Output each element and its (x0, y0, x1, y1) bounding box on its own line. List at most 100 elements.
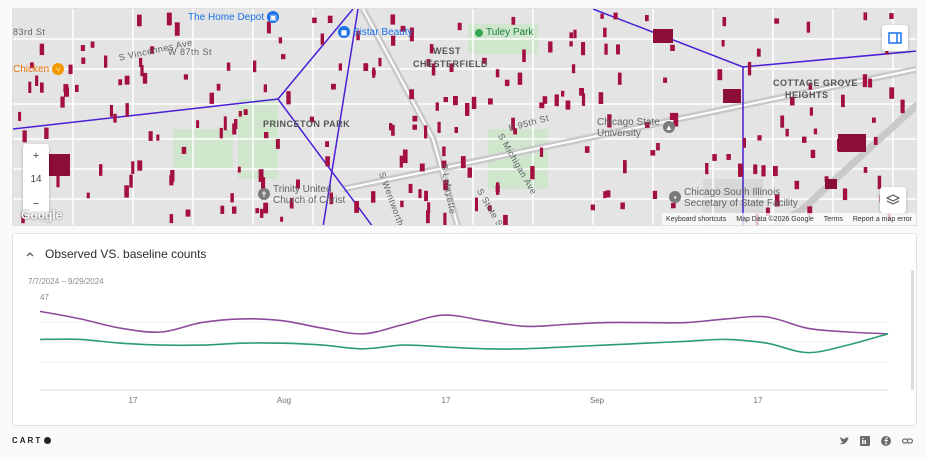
panel-scrollbar[interactable] (911, 270, 914, 390)
layers-button[interactable] (880, 187, 906, 213)
map-view[interactable]: PRINCETON PARK WEST CHESTERFIELD COTTAGE… (12, 8, 917, 226)
building-extrusion (99, 164, 103, 176)
x-tick-label: 17 (442, 396, 451, 405)
building-extrusion (465, 103, 470, 116)
building-extrusion (753, 164, 758, 175)
building-extrusion (113, 113, 117, 123)
building-extrusion (889, 87, 895, 99)
building-extrusion (522, 49, 526, 63)
building-extrusion (604, 43, 608, 55)
poi-chicago-state-line1: Chicago State (597, 117, 660, 128)
building-extrusion (125, 103, 129, 117)
poi-secretary-of-state[interactable]: ▪ Chicago South Illinois Secretary of St… (669, 187, 798, 209)
zoom-in-button[interactable]: + (23, 144, 49, 168)
building-extrusion (617, 72, 622, 85)
poi-chicago-state[interactable]: Chicago State University ▲ (597, 117, 675, 139)
building-extrusion (806, 21, 811, 33)
building-extrusion (209, 92, 214, 104)
building-extrusion (232, 123, 237, 135)
building-extrusion (773, 166, 778, 177)
building-extrusion (166, 12, 172, 26)
building-extrusion (868, 78, 873, 88)
link-icon[interactable] (901, 435, 913, 447)
building-extrusion (443, 97, 448, 103)
zoom-control: + 14 − (23, 144, 49, 216)
building-extrusion (457, 22, 462, 31)
report-error-link[interactable]: Report a map error (853, 216, 912, 223)
school-icon: ▲ (662, 121, 675, 133)
building-extrusion (600, 13, 604, 19)
building-extrusion (613, 12, 618, 20)
keyboard-shortcuts-link[interactable]: Keyboard shortcuts (666, 216, 726, 223)
poi-trinity-church[interactable]: ✝ Trinity United Church of Christ (258, 184, 345, 206)
twitter-icon[interactable] (838, 435, 850, 447)
building-extrusion (409, 89, 414, 100)
poi-home-depot-label: The Home Depot (188, 11, 265, 23)
building-extrusion-large (838, 134, 866, 152)
building-extrusion (68, 64, 73, 75)
shopping-icon: ▣ (267, 11, 280, 23)
building-extrusion (243, 109, 248, 115)
building-extrusion-large (48, 154, 70, 176)
x-tick-label: 17 (129, 396, 138, 405)
building-extrusion (320, 33, 324, 45)
poi-sistar-beauty-label: Sistar Beauty (353, 26, 413, 38)
building-extrusion (623, 160, 627, 174)
building-extrusion (354, 201, 359, 213)
carto-logo[interactable]: CART (12, 436, 52, 445)
series-line-1[interactable] (39, 333, 889, 354)
building-extrusion (44, 127, 49, 139)
building-extrusion (104, 55, 108, 68)
building-extrusion (408, 183, 413, 193)
building-extrusion (539, 147, 544, 157)
building-extrusion (603, 27, 607, 38)
poi-tuley-park[interactable]: Tuley Park (475, 27, 533, 38)
building-extrusion (80, 45, 85, 51)
building-extrusion (663, 77, 668, 83)
building-extrusion (18, 111, 22, 121)
building-extrusion (278, 37, 283, 44)
building-extrusion (264, 132, 269, 139)
series-line-0[interactable] (39, 310, 889, 335)
poi-chicken-label: Chicken (13, 63, 50, 75)
building-extrusion (223, 116, 227, 131)
building-extrusion (418, 189, 422, 199)
building-extrusion (40, 82, 44, 93)
building-extrusion (471, 96, 477, 109)
building-extrusion (650, 150, 656, 156)
building-extrusion (721, 40, 725, 47)
building-extrusion (219, 127, 223, 139)
app-frame: PRINCETON PARK WEST CHESTERFIELD COTTAGE… (0, 0, 927, 459)
poi-home-depot[interactable]: The Home Depot ▣ (188, 11, 280, 23)
building-extrusion (590, 204, 595, 211)
building-extrusion (442, 146, 446, 157)
terms-link[interactable]: Terms (824, 216, 843, 223)
building-extrusion (183, 74, 188, 80)
building-extrusion (226, 62, 231, 71)
building-extrusion (181, 146, 187, 154)
label-87th: W 87th St (168, 47, 213, 57)
building-extrusion-large (723, 89, 741, 103)
linkedin-icon[interactable] (859, 435, 871, 447)
line-chart[interactable]: 47 17 Aug 17 Sep 17 (13, 234, 918, 427)
building-extrusion (488, 98, 493, 105)
poi-chicken[interactable]: Chicken ⑂ (13, 63, 65, 75)
building-extrusion (216, 83, 221, 91)
building-extrusion-large (825, 179, 837, 189)
building-extrusion (137, 14, 142, 27)
label-heights: HEIGHTS (785, 90, 829, 100)
building-extrusion (238, 111, 242, 117)
building-icon: ▪ (669, 191, 681, 203)
zoom-level: 14 (30, 174, 42, 185)
building-extrusion (35, 75, 39, 86)
building-extrusion (726, 154, 731, 160)
building-extrusion (286, 91, 291, 105)
facebook-icon[interactable] (880, 435, 892, 447)
poi-sistar-beauty[interactable]: ◼ Sistar Beauty (338, 26, 412, 38)
building-extrusion (598, 92, 604, 104)
building-extrusion (137, 160, 143, 171)
building-extrusion (761, 165, 766, 177)
legend-toggle-button[interactable] (882, 25, 908, 51)
building-extrusion (312, 17, 317, 24)
building-extrusion (863, 167, 868, 173)
